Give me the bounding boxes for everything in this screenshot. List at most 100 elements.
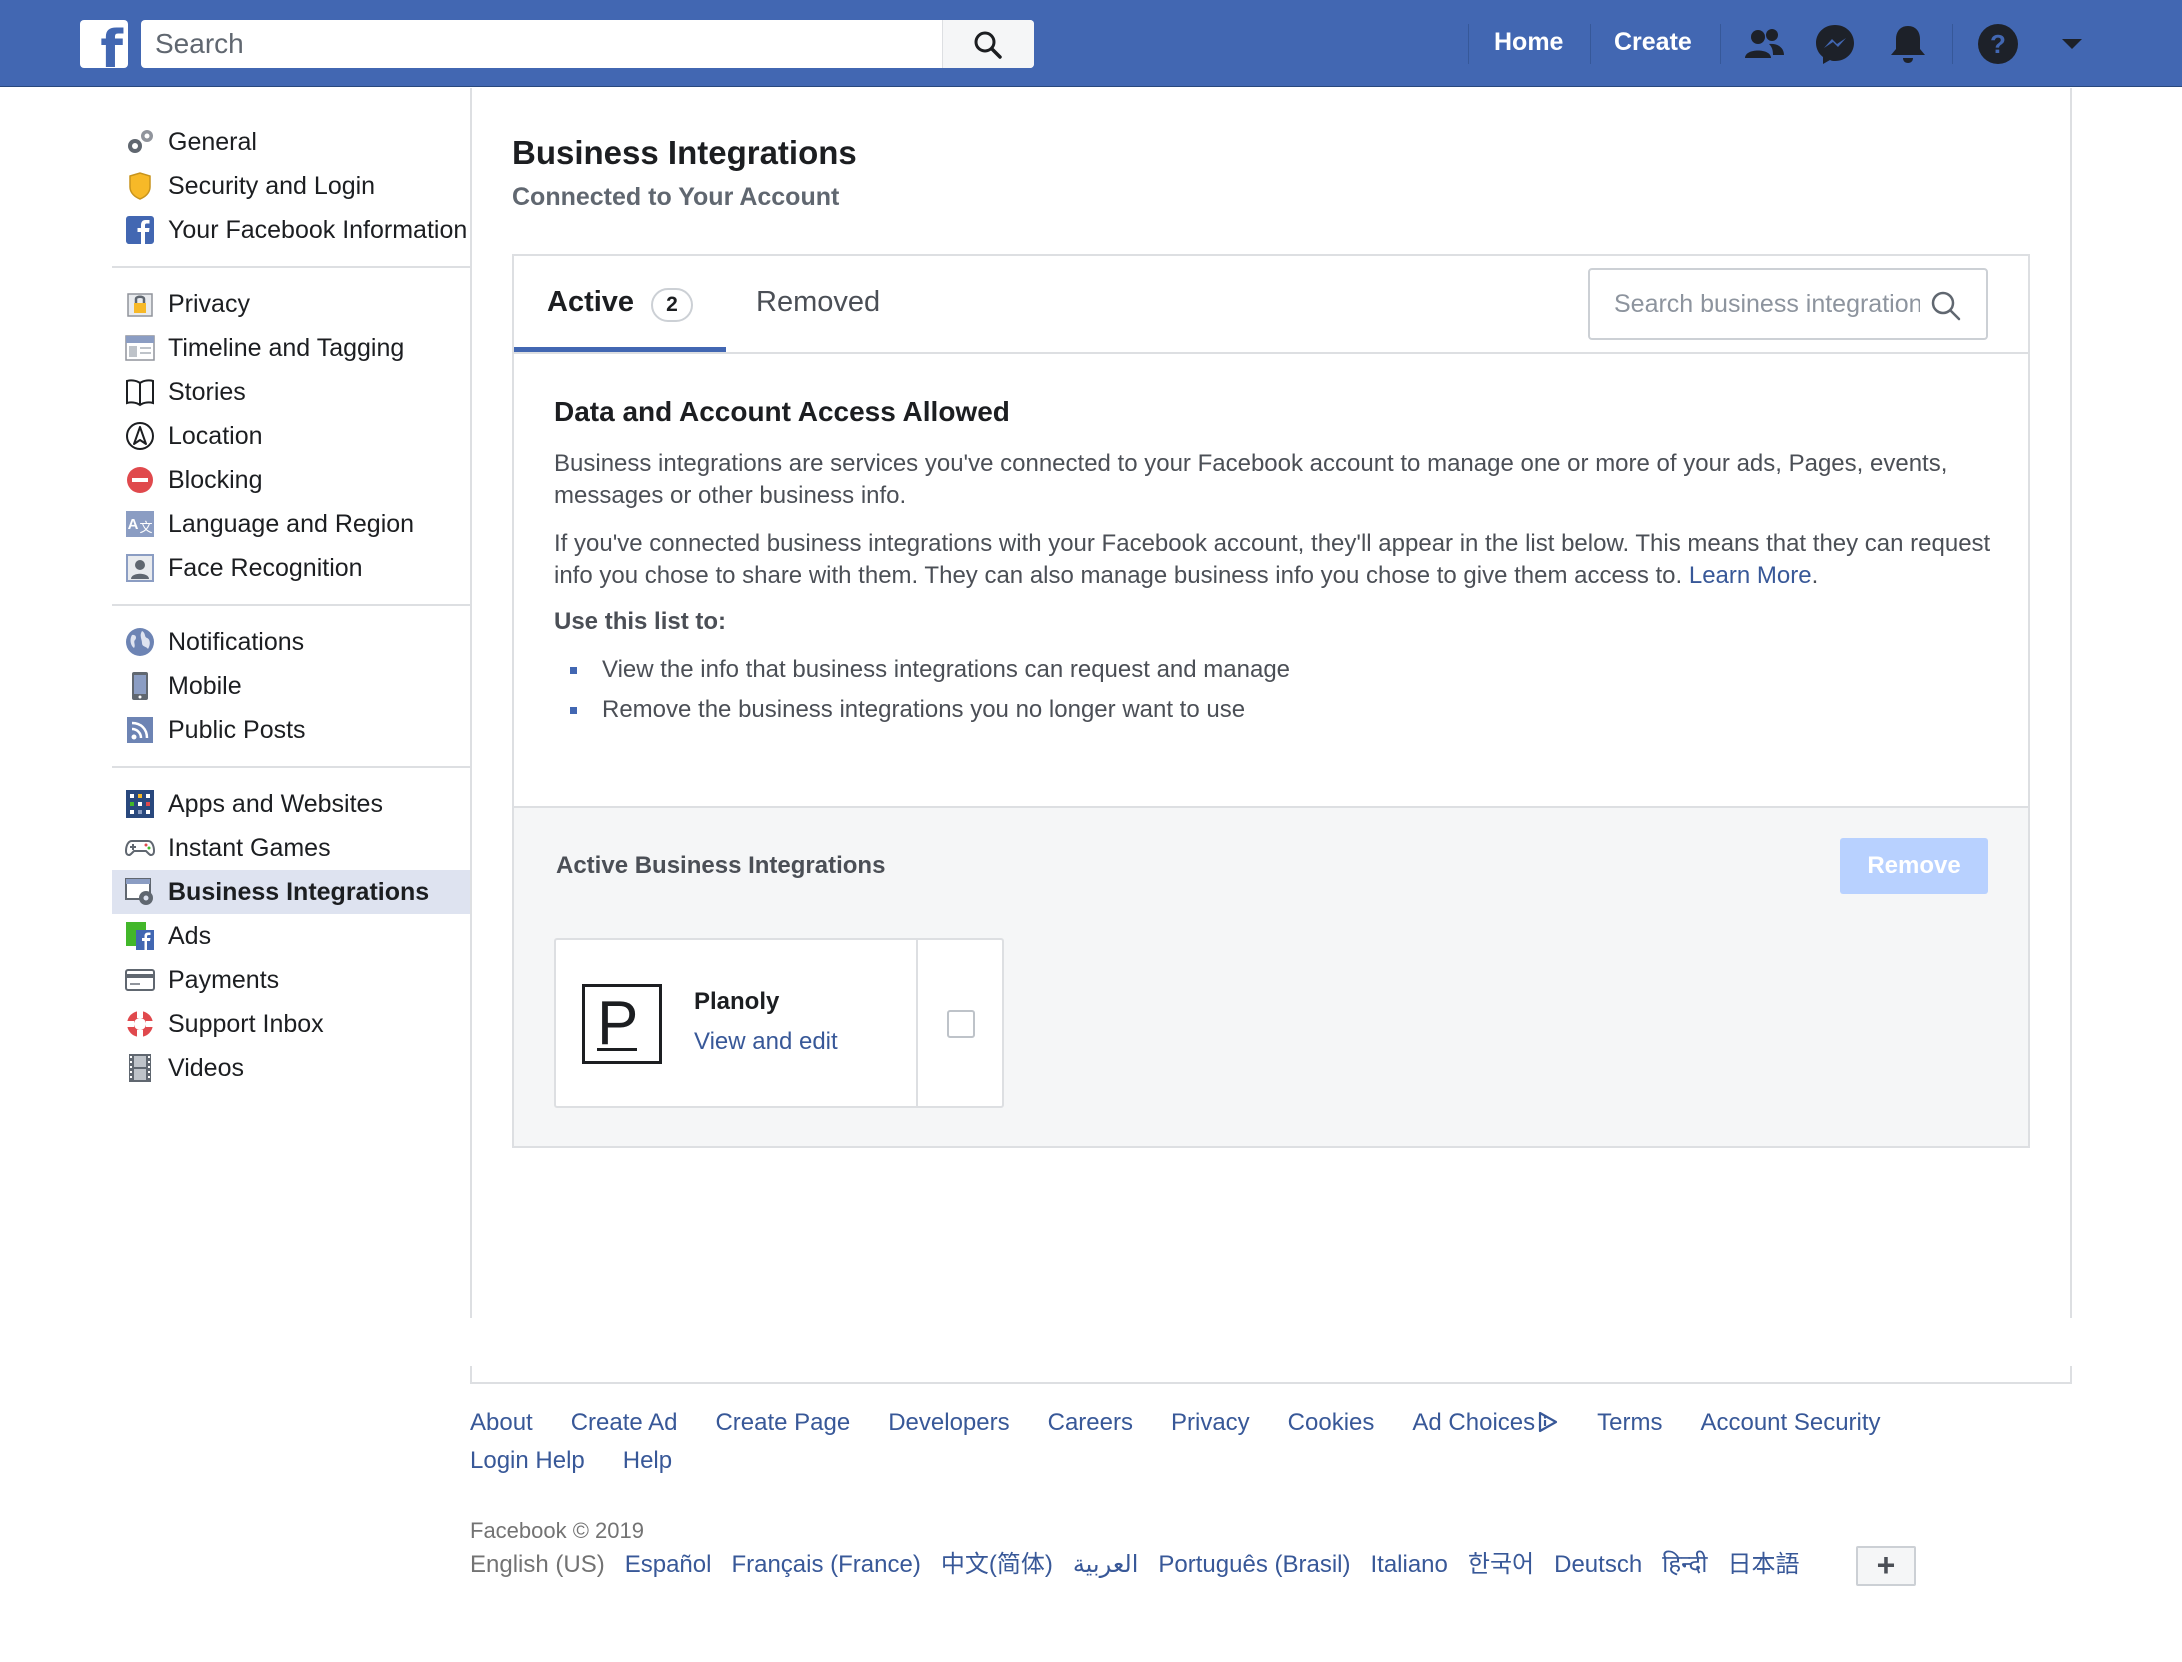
sidebar-item-face-recognition[interactable]: Face Recognition — [112, 546, 470, 590]
sidebar-group-apps: Apps and Websites Instant Games Business… — [112, 782, 470, 1104]
sidebar-item-apps-and-websites[interactable]: Apps and Websites — [112, 782, 470, 826]
footer-link-login-help[interactable]: Login Help — [470, 1442, 585, 1480]
remove-button[interactable]: Remove — [1840, 838, 1988, 894]
footer-link-account-security[interactable]: Account Security — [1700, 1404, 1880, 1442]
footer-link-privacy[interactable]: Privacy — [1171, 1404, 1250, 1442]
tab-removed[interactable]: Removed — [726, 256, 916, 352]
sidebar-item-label: Privacy — [168, 290, 250, 318]
block-icon — [127, 467, 153, 493]
rss-icon — [127, 717, 153, 743]
page-title: Business Integrations — [512, 134, 857, 171]
more-languages-button[interactable]: + — [1856, 1546, 1916, 1586]
sidebar-item-public-posts[interactable]: Public Posts — [112, 708, 470, 752]
use-list: View the info that business integrations… — [554, 650, 1994, 730]
global-search — [141, 20, 1034, 68]
footer-link-terms[interactable]: Terms — [1597, 1404, 1662, 1442]
language-link[interactable]: Español — [625, 1548, 712, 1582]
sidebar-item-label: Business Integrations — [168, 878, 430, 906]
language-link[interactable]: العربية — [1073, 1548, 1139, 1582]
sidebar-item-label: Mobile — [168, 672, 242, 700]
sidebar-item-label: Stories — [168, 378, 246, 406]
notifications-icon[interactable] — [1886, 22, 1930, 66]
footer-link-create-page[interactable]: Create Page — [715, 1404, 850, 1442]
language-link[interactable]: 한국어 — [1468, 1548, 1534, 1582]
lock-icon — [127, 293, 153, 317]
create-link[interactable]: Create — [1614, 28, 1692, 57]
sidebar-item-ads[interactable]: Ads — [112, 914, 470, 958]
info-text: . — [1811, 562, 1819, 589]
phone-icon — [132, 672, 148, 700]
footer-link-ad-choices[interactable]: Ad Choices — [1412, 1404, 1559, 1442]
sidebar-item-your-facebook-information[interactable]: Your Facebook Information — [112, 208, 470, 252]
view-and-edit-link[interactable]: View and edit — [694, 1028, 838, 1056]
content-border — [470, 88, 472, 1318]
info-section: Data and Account Access Allowed Business… — [554, 396, 1994, 730]
sidebar-item-label: Instant Games — [168, 834, 331, 862]
business-search-input[interactable] — [1590, 270, 1920, 338]
footer-link-cookies[interactable]: Cookies — [1288, 1404, 1375, 1442]
language-link[interactable]: Français (France) — [731, 1548, 920, 1582]
sidebar-item-business-integrations[interactable]: Business Integrations — [112, 870, 470, 914]
sidebar-item-security-and-login[interactable]: Security and Login — [112, 164, 470, 208]
language-link[interactable]: 中文(简体) — [941, 1548, 1053, 1582]
ads-icon — [126, 922, 154, 950]
tab-label: Active — [547, 286, 635, 318]
sidebar-item-label: Blocking — [168, 466, 263, 494]
settings-sidebar: General Security and Login Your Facebook… — [112, 120, 470, 1118]
sidebar-item-general[interactable]: General — [112, 120, 470, 164]
sidebar-item-mobile[interactable]: Mobile — [112, 664, 470, 708]
sidebar-item-notifications[interactable]: Notifications — [112, 620, 470, 664]
shield-icon — [129, 172, 151, 200]
sidebar-group-notifications: Notifications Mobile Public Posts — [112, 620, 470, 768]
sidebar-item-videos[interactable]: Videos — [112, 1046, 470, 1090]
select-checkbox[interactable] — [947, 1010, 975, 1038]
home-link[interactable]: Home — [1494, 28, 1563, 57]
sidebar-item-payments[interactable]: Payments — [112, 958, 470, 1002]
tab-active[interactable]: Active 2 — [514, 256, 726, 352]
sidebar-item-label: Videos — [168, 1054, 244, 1082]
sidebar-item-label: Location — [168, 422, 263, 450]
footer-link-create-ad[interactable]: Create Ad — [571, 1404, 678, 1442]
ad-choices-icon — [1539, 1411, 1558, 1433]
sidebar-group-account: General Security and Login Your Facebook… — [112, 120, 470, 268]
info-paragraph: If you've connected business integration… — [554, 528, 1994, 592]
sidebar-group-privacy: Privacy Timeline and Tagging Stories Loc… — [112, 282, 470, 606]
sidebar-item-label: Apps and Websites — [168, 790, 383, 818]
sidebar-item-support-inbox[interactable]: Support Inbox — [112, 1002, 470, 1046]
language-link[interactable]: Deutsch — [1554, 1548, 1642, 1582]
language-link[interactable]: Italiano — [1370, 1548, 1447, 1582]
language-link[interactable]: Português (Brasil) — [1158, 1548, 1350, 1582]
messenger-icon[interactable] — [1813, 22, 1857, 66]
language-link[interactable]: 日本語 — [1728, 1548, 1800, 1582]
friends-icon[interactable] — [1742, 22, 1786, 66]
sidebar-item-label: Ads — [168, 922, 212, 950]
location-icon — [126, 422, 154, 450]
facebook-logo-icon[interactable]: f — [80, 20, 128, 68]
search-icon[interactable] — [1930, 290, 1962, 322]
apps-icon — [126, 790, 154, 818]
sidebar-item-location[interactable]: Location — [112, 414, 470, 458]
footer-link-help[interactable]: Help — [623, 1442, 672, 1480]
credit-card-icon — [125, 969, 155, 991]
footer-link-developers[interactable]: Developers — [888, 1404, 1009, 1442]
sidebar-item-instant-games[interactable]: Instant Games — [112, 826, 470, 870]
tab-label: Removed — [756, 286, 881, 318]
footer-link-careers[interactable]: Careers — [1048, 1404, 1133, 1442]
list-item: Remove the business integrations you no … — [554, 690, 1994, 730]
sidebar-item-privacy[interactable]: Privacy — [112, 282, 470, 326]
footer-link-about[interactable]: About — [470, 1404, 533, 1442]
sidebar-item-blocking[interactable]: Blocking — [112, 458, 470, 502]
language-link[interactable]: हिन्दी — [1662, 1548, 1707, 1582]
list-item-text: Remove the business integrations you no … — [602, 696, 1246, 723]
help-icon[interactable]: ? — [1976, 22, 2020, 66]
account-menu-icon[interactable] — [2050, 22, 2094, 66]
sidebar-item-language-and-region[interactable]: A 文 Language and Region — [112, 502, 470, 546]
content-border — [470, 1382, 2072, 1384]
sidebar-item-timeline-and-tagging[interactable]: Timeline and Tagging — [112, 326, 470, 370]
sidebar-item-stories[interactable]: Stories — [112, 370, 470, 414]
learn-more-link[interactable]: Learn More — [1689, 562, 1812, 589]
search-input[interactable] — [141, 20, 941, 68]
search-button[interactable] — [942, 20, 1034, 68]
planoly-logo: P — [582, 984, 662, 1064]
integration-card: P Planoly View and edit — [554, 938, 1004, 1108]
